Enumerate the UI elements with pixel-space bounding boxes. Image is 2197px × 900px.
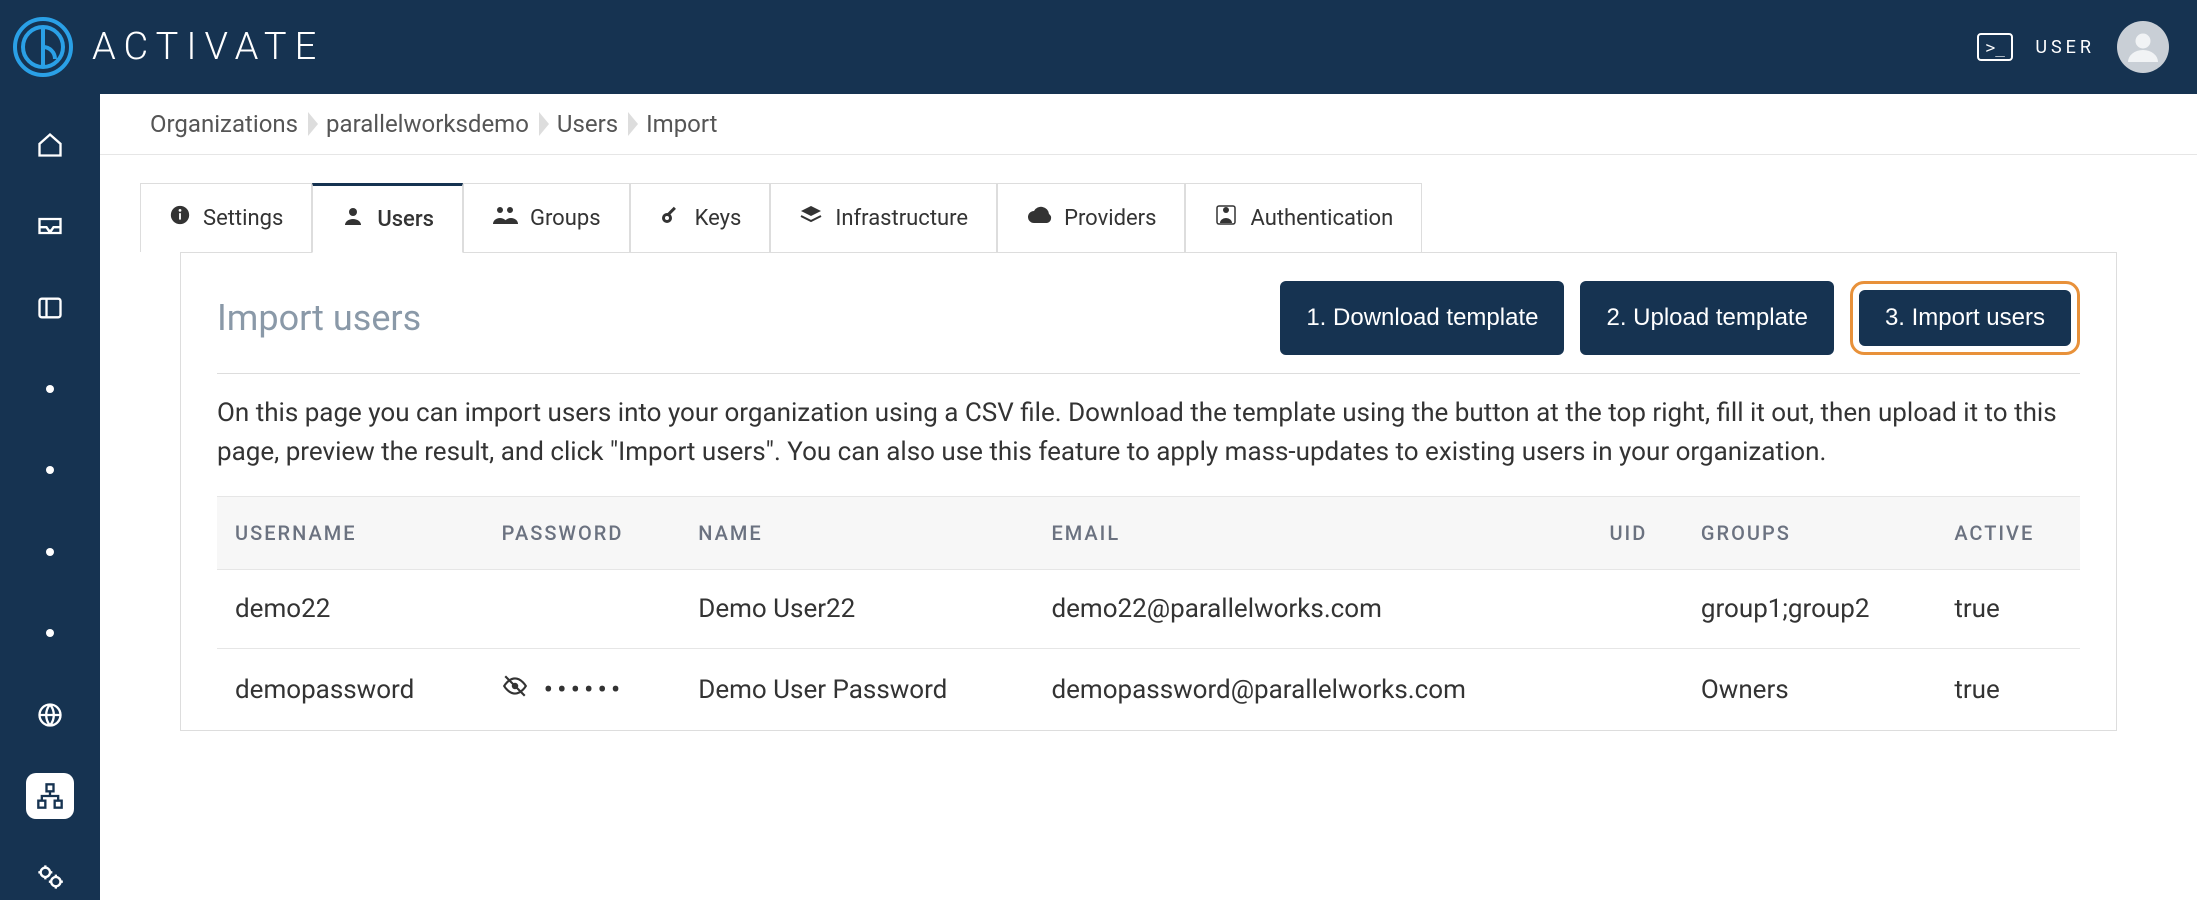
brand-logo-icon (12, 16, 74, 78)
tab-label: Providers (1064, 206, 1156, 231)
cloud-icon (1026, 205, 1052, 231)
action-buttons: 1. Download template 2. Upload template … (1280, 281, 2080, 355)
cell-groups: Owners (1683, 649, 1936, 731)
sidebar-item-home[interactable] (26, 122, 74, 167)
tab-label: Groups (530, 206, 601, 231)
sidebar-item-network[interactable] (26, 773, 74, 818)
cell-active: true (1936, 570, 2080, 649)
user-label[interactable]: USER (2035, 37, 2095, 58)
page-title: Import users (217, 297, 421, 339)
page-description: On this page you can import users into y… (217, 374, 2080, 496)
info-icon (169, 204, 191, 232)
sidebar-item-dot-3[interactable] (26, 529, 74, 574)
col-groups: GROUPS (1683, 497, 1936, 570)
cell-password: •••••• (484, 649, 681, 731)
terminal-icon[interactable]: >_ (1977, 33, 2013, 61)
cell-name: Demo User Password (680, 649, 1033, 731)
tab-label: Users (377, 207, 434, 232)
cell-groups: group1;group2 (1683, 570, 1936, 649)
breadcrumb-item[interactable]: Organizations (140, 110, 316, 138)
cell-password (484, 570, 681, 649)
tab-groups[interactable]: Groups (463, 183, 630, 252)
tab-users[interactable]: Users (312, 183, 463, 253)
header-right: >_ USER (1977, 21, 2169, 73)
table-row: demo22 Demo User22 demo22@parallelworks.… (217, 570, 2080, 649)
col-uid: UID (1591, 497, 1682, 570)
tab-infrastructure[interactable]: Infrastructure (770, 183, 997, 252)
sidebar-item-inbox[interactable] (26, 203, 74, 248)
cell-username: demo22 (217, 570, 484, 649)
cell-email: demo22@parallelworks.com (1033, 570, 1591, 649)
sidebar-item-dot-1[interactable] (26, 366, 74, 411)
cell-active: true (1936, 649, 2080, 731)
sidebar-item-settings[interactable] (26, 855, 74, 900)
eye-off-icon[interactable] (502, 673, 528, 706)
breadcrumb: Organizations parallelworksdemo Users Im… (100, 94, 2197, 155)
sidebar-item-dot-4[interactable] (26, 610, 74, 655)
tab-authentication[interactable]: Authentication (1185, 183, 1422, 252)
upload-template-button[interactable]: 2. Upload template (1580, 281, 1833, 355)
sidebar-item-panels[interactable] (26, 285, 74, 330)
tab-settings[interactable]: Settings (140, 183, 312, 252)
sidebar (0, 94, 100, 900)
layers-icon (799, 203, 823, 233)
col-password: PASSWORD (484, 497, 681, 570)
breadcrumb-item[interactable]: Users (547, 110, 636, 138)
password-dots: •••••• (544, 673, 625, 706)
user-icon (341, 204, 365, 234)
cell-username: demopassword (217, 649, 484, 731)
tabs: Settings Users Groups (140, 183, 2157, 252)
users-table: USERNAME PASSWORD NAME EMAIL UID GROUPS … (217, 496, 2080, 730)
download-template-button[interactable]: 1. Download template (1280, 281, 1564, 355)
cell-uid (1591, 649, 1682, 731)
content: Organizations parallelworksdemo Users Im… (100, 94, 2197, 900)
top-header: ACTIVATE >_ USER (0, 0, 2197, 94)
panel-header: Import users 1. Download template 2. Upl… (217, 281, 2080, 374)
brand-name: ACTIVATE (92, 25, 324, 69)
col-username: USERNAME (217, 497, 484, 570)
tab-label: Infrastructure (835, 206, 968, 231)
groups-icon (492, 204, 518, 232)
badge-icon (1214, 203, 1238, 233)
col-name: NAME (680, 497, 1033, 570)
tab-label: Authentication (1250, 206, 1393, 231)
col-email: EMAIL (1033, 497, 1591, 570)
cell-name: Demo User22 (680, 570, 1033, 649)
table-row: demopassword (217, 649, 2080, 731)
tab-label: Keys (695, 206, 742, 231)
tab-providers[interactable]: Providers (997, 183, 1185, 252)
breadcrumb-item[interactable]: Import (636, 110, 735, 138)
brand: ACTIVATE (12, 16, 324, 78)
cell-email: demopassword@parallelworks.com (1033, 649, 1591, 731)
cell-uid (1591, 570, 1682, 649)
key-icon (659, 203, 683, 233)
panel: Import users 1. Download template 2. Upl… (180, 252, 2117, 731)
sidebar-item-globe[interactable] (26, 692, 74, 737)
tab-keys[interactable]: Keys (630, 183, 771, 252)
import-users-button[interactable]: 3. Import users (1859, 290, 2071, 346)
tab-label: Settings (203, 206, 283, 231)
breadcrumb-item[interactable]: parallelworksdemo (316, 110, 547, 138)
table-header-row: USERNAME PASSWORD NAME EMAIL UID GROUPS … (217, 497, 2080, 570)
import-users-highlight: 3. Import users (1850, 281, 2080, 355)
sidebar-item-dot-2[interactable] (26, 448, 74, 493)
avatar[interactable] (2117, 21, 2169, 73)
col-active: ACTIVE (1936, 497, 2080, 570)
